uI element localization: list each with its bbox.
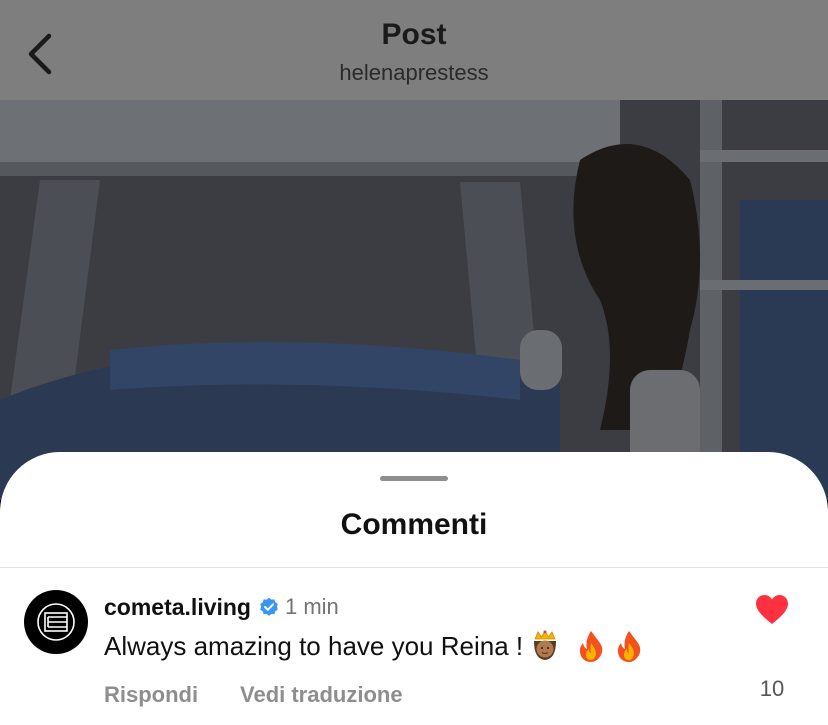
post-comments-screen: Post helenaprestess Commenti cometa.livi… (0, 0, 828, 725)
post-header: Post helenaprestess (0, 0, 828, 100)
like-button[interactable] (754, 592, 790, 628)
post-author-username: helenaprestess (339, 60, 489, 85)
comments-title: Commenti (340, 508, 488, 541)
like-count: 10 (759, 676, 785, 701)
avatar[interactable] (24, 590, 88, 654)
page-title: Post (381, 18, 447, 51)
heart-filled-icon (756, 595, 788, 624)
comment-body: Always amazing to have you Reina ! (104, 628, 645, 664)
comment-text: Always amazing to have you Reina ! (104, 630, 524, 661)
post-image (0, 100, 828, 500)
cometa-logo-icon (37, 603, 75, 641)
verified-badge-icon (259, 597, 279, 617)
reply-button[interactable]: Rispondi (104, 682, 198, 708)
queen-emoji-icon (529, 629, 561, 663)
fire-emoji-icon (575, 629, 607, 663)
comment-meta: cometa.living 1 min (104, 592, 339, 622)
comment-item: cometa.living 1 min Always amazing to ha… (0, 568, 828, 725)
comments-sheet: Commenti cometa.living 1 min Always amaz… (0, 452, 828, 725)
comment-username[interactable]: cometa.living (104, 594, 251, 621)
sheet-drag-handle[interactable] (380, 476, 448, 481)
comment-time: 1 min (284, 594, 339, 619)
fire-emoji-icon (613, 629, 645, 663)
see-translation-button[interactable]: Vedi traduzione (240, 682, 403, 708)
post-photo[interactable] (0, 100, 828, 500)
